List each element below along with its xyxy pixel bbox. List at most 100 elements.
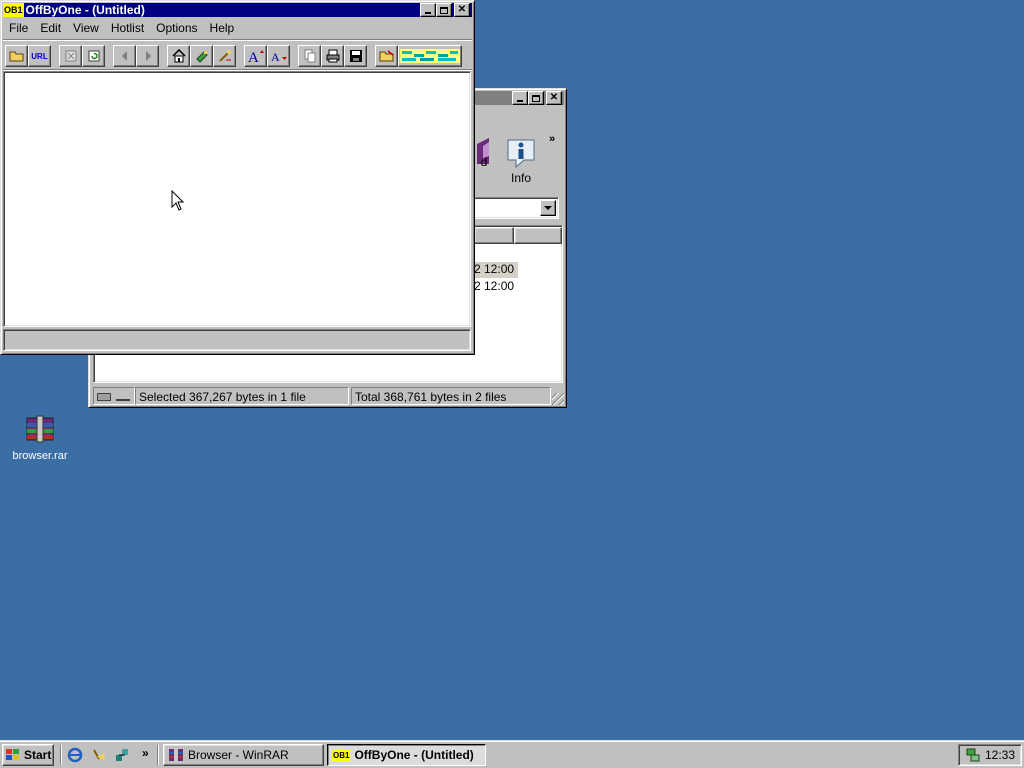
chevron-down-icon — [544, 206, 552, 210]
column-header[interactable] — [474, 227, 514, 244]
winrar-toolbar: d Info » — [477, 131, 563, 195]
minimize-icon — [517, 100, 523, 102]
close-icon: ✕ — [549, 92, 559, 103]
image-toggle-button[interactable] — [375, 45, 398, 67]
quicklaunch-divider — [60, 745, 62, 765]
menu-help[interactable]: Help — [204, 21, 241, 35]
archive-status-icons — [93, 387, 135, 405]
info-icon — [507, 139, 535, 169]
task-label: Browser - WinRAR — [188, 748, 289, 762]
reload-icon — [88, 50, 99, 62]
combo-dropdown-button[interactable] — [540, 200, 556, 216]
back-button[interactable] — [113, 45, 136, 67]
info-label: Info — [510, 171, 531, 185]
offbyone-titlebar[interactable]: OB1 OffByOne - (Untitled) ✕ — [3, 3, 472, 17]
internet-explorer-icon — [67, 747, 83, 763]
search-button[interactable] — [213, 45, 236, 67]
quicklaunch-ie[interactable] — [67, 747, 83, 766]
close-button[interactable]: ✕ — [546, 91, 562, 105]
system-tray: 12:33 — [958, 744, 1022, 766]
url-button[interactable]: URL — [28, 45, 51, 67]
save-button[interactable] — [344, 45, 367, 67]
menubar: File Edit View Hotlist Options Help — [3, 19, 240, 37]
menu-label: View — [73, 21, 99, 35]
url-icon: URL — [31, 51, 48, 61]
winrar-path-combo[interactable] — [473, 197, 559, 219]
quicklaunch-divider — [157, 745, 159, 765]
table-row[interactable]: 2 12:00 — [474, 279, 518, 295]
close-icon: ✕ — [457, 4, 467, 15]
color-scheme-button[interactable] — [398, 45, 462, 67]
menu-label: Hotlist — [110, 21, 145, 35]
offbyone-icon: OB1 — [332, 749, 351, 761]
copy-button[interactable] — [298, 45, 321, 67]
forward-icon — [145, 51, 151, 61]
winrar-partial-button[interactable]: d — [477, 136, 491, 169]
font-smaller-icon: A — [271, 50, 287, 64]
font-smaller-button[interactable]: A — [267, 45, 290, 67]
menu-edit[interactable]: Edit — [34, 21, 67, 35]
table-row[interactable]: 2 12:00 — [474, 262, 518, 278]
quicklaunch-network[interactable] — [114, 747, 130, 766]
forward-button[interactable] — [136, 45, 159, 67]
close-button[interactable]: ✕ — [454, 3, 470, 17]
start-label: Start — [24, 748, 52, 762]
svg-text:A: A — [248, 50, 259, 64]
task-label: OffByOne - (Untitled) — [354, 748, 474, 762]
browser-content-area[interactable] — [3, 71, 471, 327]
toolbar-overflow-icon[interactable]: » — [549, 133, 555, 145]
home-icon — [171, 49, 186, 63]
drive-icon — [97, 393, 111, 401]
mouse-cursor-icon — [171, 190, 185, 211]
clock[interactable]: 12:33 — [985, 748, 1015, 762]
bookmark-button[interactable] — [190, 45, 213, 67]
toolbar-bottom-separator — [3, 69, 472, 70]
desktop-icon-label: browser.rar — [12, 450, 68, 462]
open-button[interactable] — [5, 45, 28, 67]
minimize-button[interactable] — [512, 91, 528, 105]
stop-button[interactable] — [59, 45, 82, 67]
offbyone-toolbar: URL A A — [5, 43, 462, 69]
offbyone-window[interactable]: OB1 OffByOne - (Untitled) ✕ File Edit Vi… — [0, 0, 475, 355]
total-status: Total 368,761 bytes in 2 files — [351, 387, 551, 405]
menu-label: Help — [209, 21, 235, 35]
key-icon — [116, 397, 131, 401]
menu-options[interactable]: Options — [150, 21, 203, 35]
tray-network-icon[interactable] — [965, 747, 981, 763]
reload-button[interactable] — [82, 45, 105, 67]
task-button-offbyone[interactable]: OB1 OffByOne - (Untitled) — [327, 744, 486, 766]
print-button[interactable] — [321, 45, 344, 67]
app-badge-icon: OB1 — [3, 3, 24, 17]
info-button[interactable]: Info — [501, 136, 541, 185]
menu-label: File — [9, 21, 29, 35]
taskbar: Start » Browser - WinRAR OB1 OffByOne - … — [0, 740, 1024, 768]
quicklaunch-cleanup[interactable] — [91, 747, 107, 766]
save-icon — [349, 50, 362, 62]
bookmark-icon — [195, 51, 208, 63]
file-modified-time: 2 12:00 — [474, 262, 515, 276]
open-folder-icon — [9, 51, 23, 62]
back-icon — [121, 51, 127, 61]
resize-grip[interactable] — [552, 393, 564, 405]
desktop-icon-browser-rar[interactable]: browser.rar — [10, 414, 70, 462]
file-modified-time: 2 12:00 — [474, 279, 515, 293]
print-icon — [326, 49, 339, 63]
task-button-winrar[interactable]: Browser - WinRAR — [163, 744, 324, 766]
menu-file[interactable]: File — [3, 21, 34, 35]
maximize-icon — [440, 6, 448, 14]
minimize-button[interactable] — [420, 3, 436, 17]
start-button[interactable]: Start — [2, 744, 54, 766]
font-larger-button[interactable]: A — [244, 45, 267, 67]
maximize-button[interactable] — [436, 3, 452, 17]
menu-label: Options — [156, 21, 198, 35]
home-button[interactable] — [167, 45, 190, 67]
svg-text:A: A — [271, 50, 280, 64]
winrar-icon — [169, 748, 183, 762]
menu-hotlist[interactable]: Hotlist — [105, 21, 150, 35]
maximize-button[interactable] — [528, 91, 544, 105]
column-header[interactable] — [514, 227, 562, 244]
quicklaunch-overflow-icon[interactable]: » — [142, 746, 149, 760]
image-toggle-icon — [379, 50, 393, 62]
stop-icon — [65, 50, 76, 62]
menu-view[interactable]: View — [67, 21, 105, 35]
